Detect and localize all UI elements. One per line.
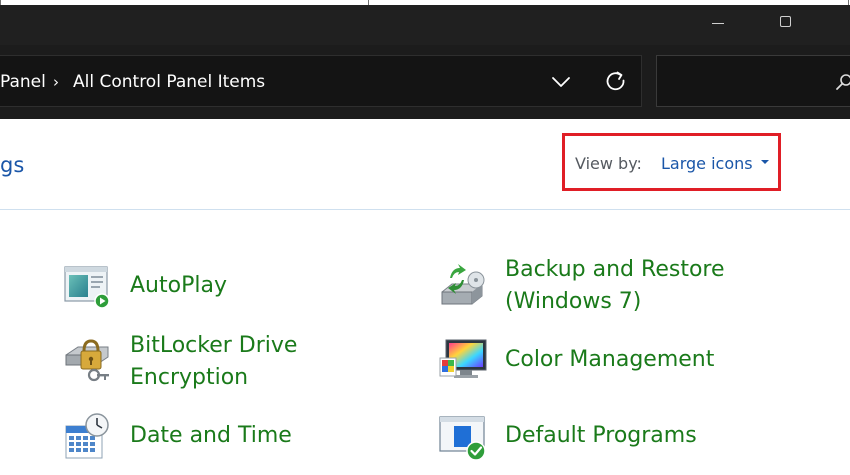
item-color-management[interactable]: Color Management <box>438 336 798 388</box>
header-divider <box>0 209 850 210</box>
default-programs-icon <box>438 415 486 463</box>
view-by-value[interactable]: Large icons <box>661 154 753 173</box>
color-management-icon <box>438 336 487 384</box>
search-icon[interactable] <box>834 72 850 92</box>
minimize-icon[interactable] <box>712 23 724 24</box>
item-bitlocker[interactable]: BitLocker Drive Encryption <box>64 330 384 400</box>
title-bar <box>0 5 850 45</box>
item-label[interactable]: BitLocker Drive Encryption <box>130 330 297 394</box>
address-bar[interactable]: Panel › All Control Panel Items <box>0 55 642 107</box>
item-default-programs[interactable]: Default Programs <box>438 412 798 464</box>
page-title: gs <box>0 153 25 177</box>
item-label[interactable]: Backup and Restore (Windows 7) <box>505 254 725 318</box>
address-row: Panel › All Control Panel Items <box>0 45 850 119</box>
search-input[interactable] <box>656 55 850 107</box>
item-label[interactable]: Color Management <box>505 344 714 376</box>
maximize-icon[interactable] <box>780 16 791 27</box>
autoplay-icon <box>64 264 112 312</box>
chevron-down-icon[interactable] <box>543 64 579 100</box>
view-by-label: View by: <box>575 154 642 173</box>
date-time-icon <box>64 412 112 460</box>
breadcrumb-separator-icon[interactable]: › <box>53 56 59 108</box>
item-date-time[interactable]: Date and Time <box>64 412 364 464</box>
backup-restore-icon <box>438 262 486 310</box>
caret-down-icon[interactable] <box>760 159 769 164</box>
bitlocker-icon <box>64 335 112 383</box>
breadcrumb-all-items[interactable]: All Control Panel Items <box>73 56 265 108</box>
view-by-dropdown[interactable]: Large icons <box>661 152 769 176</box>
item-autoplay[interactable]: AutoPlay <box>64 264 364 314</box>
item-label[interactable]: AutoPlay <box>130 270 227 302</box>
refresh-icon[interactable] <box>598 64 634 100</box>
item-backup-restore[interactable]: Backup and Restore (Windows 7) <box>438 254 798 324</box>
item-label[interactable]: Date and Time <box>130 420 292 452</box>
item-label[interactable]: Default Programs <box>505 420 697 452</box>
breadcrumb-control-panel[interactable]: Panel <box>0 56 46 108</box>
